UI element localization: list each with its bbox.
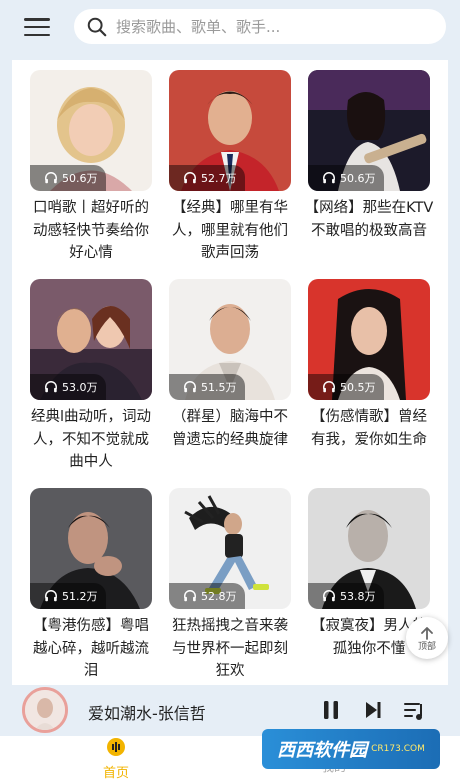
back-to-top-button[interactable]: 顶部 <box>406 617 448 659</box>
playlist-cover[interactable]: 50.5万 <box>308 279 430 400</box>
headphones-icon <box>323 590 335 602</box>
play-count: 50.6万 <box>308 165 384 191</box>
menu-icon[interactable] <box>24 14 50 40</box>
playlist-card[interactable]: 51.2万 【粤港伤感】粤唱越心碎，越听越流泪 <box>30 488 152 683</box>
playlist-title[interactable]: 【网络】那些在KTV不敢唱的极致高音 <box>304 197 434 242</box>
now-playing-title[interactable]: 爱如潮水-张信哲 <box>88 700 206 724</box>
headphones-icon <box>323 381 335 393</box>
playlist-card[interactable]: 51.5万 （群星）脑海中不曾遗忘的经典旋律 <box>169 279 291 451</box>
playlist-cover[interactable]: 51.2万 <box>30 488 152 609</box>
playlist-title[interactable]: 【经典】哪里有华人，哪里就有他们歌声回荡 <box>165 197 295 265</box>
nav-home[interactable]: 首页 <box>94 736 138 780</box>
playlist-cover[interactable]: 50.6万 <box>308 70 430 191</box>
playlist-card[interactable]: 50.5万 【伤感情歌】曾经有我，爱你如生命 <box>308 279 430 451</box>
play-count: 50.5万 <box>308 374 384 400</box>
back-to-top-label: 顶部 <box>417 641 436 652</box>
playlist-card[interactable]: 50.6万 【网络】那些在KTV不敢唱的极致高音 <box>305 70 433 242</box>
playlist-title[interactable]: 【粤港伤感】粤唱越心碎，越听越流泪 <box>26 615 156 683</box>
play-count: 51.2万 <box>30 583 106 609</box>
search-input[interactable]: 搜索歌曲、歌单、歌手... <box>74 9 446 44</box>
headphones-icon <box>184 590 196 602</box>
playlist-cover[interactable]: 50.6万 <box>30 70 152 191</box>
headphones-icon <box>45 172 57 184</box>
playlist-card[interactable]: 50.6万 口哨歌丨超好听的动感轻快节奏给你好心情 <box>30 70 152 265</box>
watermark-logo: 西西软件园 CR173.COM <box>262 729 440 769</box>
playlist-title[interactable]: （群星）脑海中不曾遗忘的经典旋律 <box>165 406 295 451</box>
playlist-cover[interactable]: 53.8万 <box>308 488 430 609</box>
playlist-title[interactable]: 狂热摇拽之音来袭与世界杯一起即刻狂欢 <box>165 615 295 683</box>
play-count: 53.8万 <box>308 583 384 609</box>
search-placeholder: 搜索歌曲、歌单、歌手... <box>116 18 281 36</box>
play-count: 50.6万 <box>30 165 106 191</box>
playlist-card[interactable]: 52.7万 【经典】哪里有华人，哪里就有他们歌声回荡 <box>169 70 291 265</box>
playlist-queue-icon[interactable] <box>402 698 428 724</box>
playlist-cover[interactable]: 53.0万 <box>30 279 152 400</box>
playlist-grid: 50.6万 口哨歌丨超好听的动感轻快节奏给你好心情 52.7万 【经典】哪里有华… <box>12 60 448 685</box>
play-count: 52.7万 <box>169 165 245 191</box>
top-bar: 搜索歌曲、歌单、歌手... <box>0 0 460 56</box>
play-count: 53.0万 <box>30 374 106 400</box>
playlist-card[interactable]: 52.8万 狂热摇拽之音来袭与世界杯一起即刻狂欢 <box>169 488 291 683</box>
play-count: 52.8万 <box>169 583 245 609</box>
album-art[interactable] <box>22 687 68 733</box>
headphones-icon <box>323 172 335 184</box>
playlist-cover[interactable]: 52.8万 <box>169 488 291 609</box>
home-tab-icon <box>107 738 125 756</box>
search-icon <box>87 17 107 36</box>
playlist-title[interactable]: 口哨歌丨超好听的动感轻快节奏给你好心情 <box>26 197 156 265</box>
playlist-cover[interactable]: 52.7万 <box>169 70 291 191</box>
headphones-icon <box>184 381 196 393</box>
next-track-icon[interactable] <box>362 698 384 722</box>
nav-home-label: 首页 <box>102 766 129 780</box>
play-count: 51.5万 <box>169 374 245 400</box>
playlist-cover[interactable]: 51.5万 <box>169 279 291 400</box>
playlist-title[interactable]: 经典l曲动听，词动人，不知不觉就成曲中人 <box>26 406 156 474</box>
playlist-card[interactable]: 53.0万 经典l曲动听，词动人，不知不觉就成曲中人 <box>30 279 152 474</box>
headphones-icon <box>184 172 196 184</box>
pause-icon[interactable] <box>320 698 342 722</box>
headphones-icon <box>45 590 57 602</box>
playlist-title[interactable]: 【伤感情歌】曾经有我，爱你如生命 <box>304 406 434 451</box>
headphones-icon <box>45 381 57 393</box>
